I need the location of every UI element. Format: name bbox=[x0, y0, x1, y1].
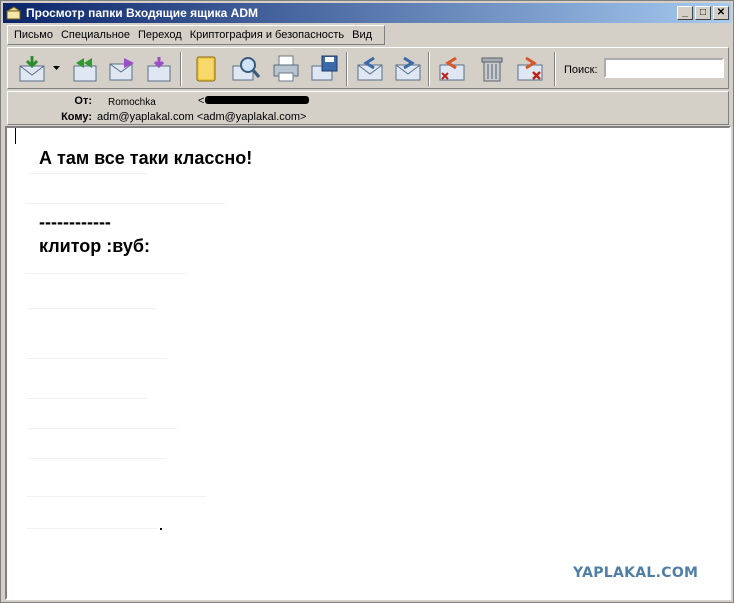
menu-bar: Письмо Специальное Переход Криптография … bbox=[7, 25, 385, 45]
print-icon[interactable] bbox=[270, 53, 302, 85]
faint-artifact bbox=[27, 398, 147, 399]
maximize-button[interactable]: □ bbox=[695, 6, 711, 20]
menu-view[interactable]: Вид bbox=[352, 29, 372, 41]
chevron-down-icon[interactable] bbox=[53, 66, 60, 71]
faint-artifact bbox=[27, 528, 157, 529]
previous-message-icon[interactable] bbox=[354, 53, 386, 85]
window-title: Просмотр папки Входящие ящика ADM bbox=[26, 6, 259, 20]
faint-artifact bbox=[27, 308, 157, 309]
faint-artifact bbox=[25, 273, 185, 274]
search-label: Поиск: bbox=[564, 64, 598, 76]
to-address[interactable]: adm@yaplakal.com <adm@yaplakal.com> bbox=[97, 111, 306, 123]
faint-artifact bbox=[27, 173, 147, 174]
mail-viewer-window: Просмотр папки Входящие ящика ADM _ □ ✕ … bbox=[0, 0, 734, 603]
trash-icon[interactable] bbox=[476, 53, 508, 85]
toolbar-separator bbox=[428, 52, 430, 86]
message-line-1: А там все таки классно! bbox=[39, 148, 253, 168]
watermark-logo: YAPLAKAL.COM bbox=[573, 565, 699, 581]
dot-mark bbox=[160, 528, 162, 530]
menu-go[interactable]: Переход bbox=[138, 29, 182, 41]
reply-all-icon[interactable] bbox=[68, 53, 100, 85]
faint-artifact bbox=[27, 458, 167, 459]
folder-app-icon bbox=[6, 6, 22, 20]
faint-artifact bbox=[27, 496, 207, 497]
next-message-icon[interactable] bbox=[392, 53, 424, 85]
from-address[interactable]: < bbox=[198, 95, 204, 107]
toolbar: Поиск: bbox=[7, 47, 729, 89]
from-label: От: bbox=[74, 95, 92, 107]
title-bar[interactable]: Просмотр папки Входящие ящика ADM _ □ ✕ bbox=[3, 3, 731, 23]
menu-special[interactable]: Специальное bbox=[61, 29, 130, 41]
message-header: От: Romochka < Кому: adm@yaplakal.com <a… bbox=[7, 91, 729, 125]
search-input[interactable] bbox=[604, 58, 724, 78]
redirect-icon[interactable] bbox=[144, 53, 176, 85]
message-body[interactable]: А там все таки классно! ------------ кли… bbox=[5, 126, 731, 600]
save-icon[interactable] bbox=[308, 53, 340, 85]
faint-artifact bbox=[27, 428, 177, 429]
from-name[interactable]: Romochka bbox=[108, 97, 156, 108]
address-book-icon[interactable] bbox=[190, 53, 222, 85]
text-cursor bbox=[15, 128, 16, 144]
faint-artifact bbox=[27, 358, 167, 359]
toolbar-separator bbox=[346, 52, 348, 86]
close-button[interactable]: ✕ bbox=[713, 6, 729, 20]
receive-mail-icon[interactable] bbox=[16, 53, 48, 85]
toolbar-separator bbox=[180, 52, 182, 86]
redacted-address bbox=[205, 96, 309, 104]
find-icon[interactable] bbox=[230, 53, 262, 85]
message-line-2: ------------ bbox=[39, 212, 111, 232]
delete-forever-icon[interactable] bbox=[514, 53, 546, 85]
menu-crypto-security[interactable]: Криптография и безопасность bbox=[190, 29, 344, 41]
menu-letter[interactable]: Письмо bbox=[14, 29, 53, 41]
to-label: Кому: bbox=[61, 111, 92, 123]
toolbar-separator bbox=[554, 52, 556, 86]
faint-artifact bbox=[25, 203, 225, 204]
minimize-button[interactable]: _ bbox=[677, 6, 693, 20]
forward-icon[interactable] bbox=[106, 53, 138, 85]
message-line-3: клитор :вуб: bbox=[39, 236, 151, 256]
delete-message-icon[interactable] bbox=[436, 53, 468, 85]
